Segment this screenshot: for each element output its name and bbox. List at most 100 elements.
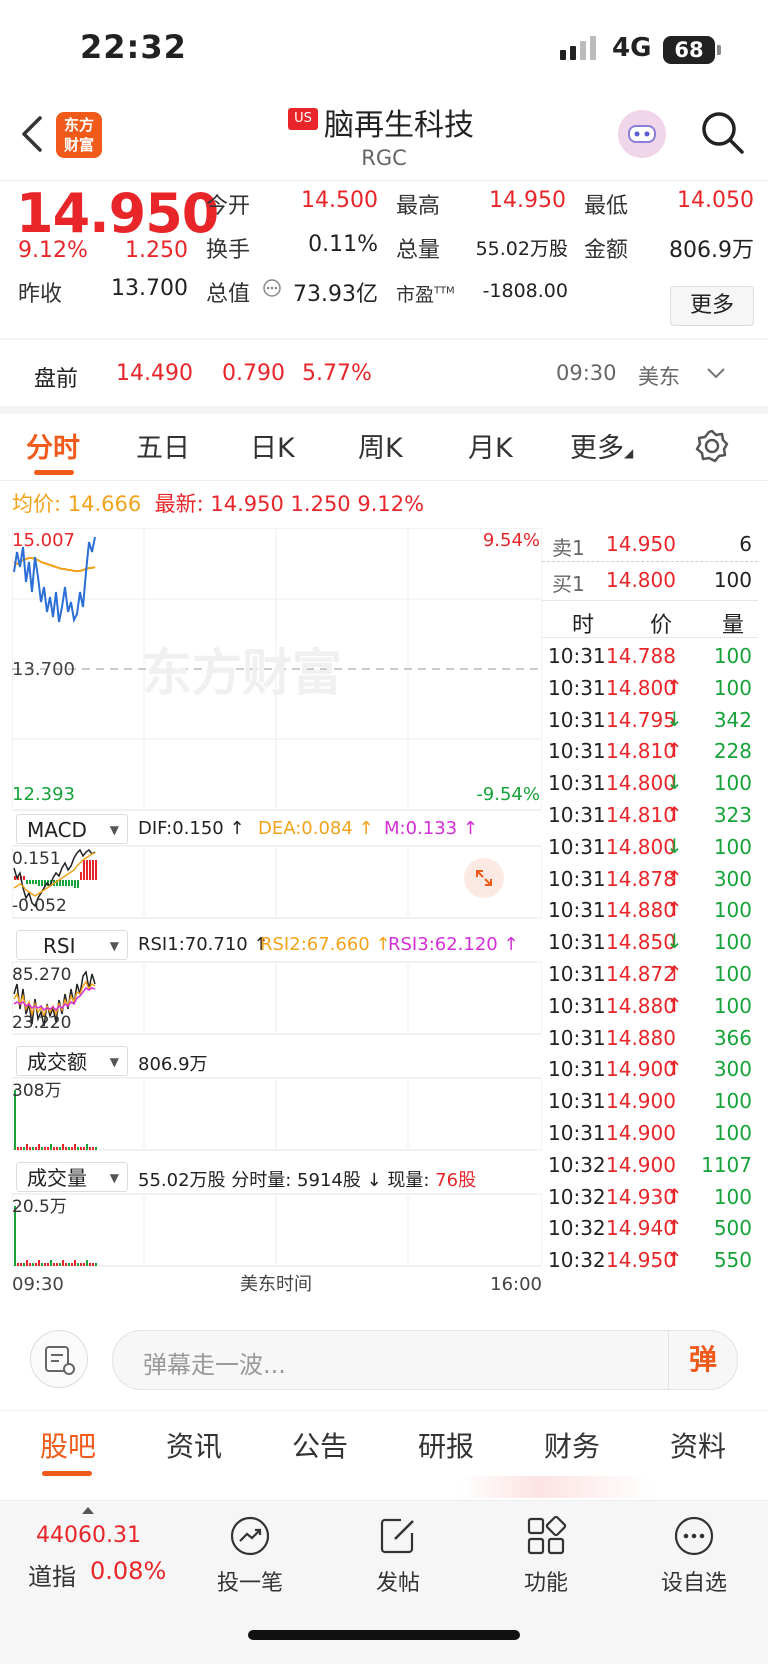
tab-financials[interactable]: 财务 (544, 1425, 600, 1465)
trade-time: 10:31 (548, 707, 606, 732)
tab-news[interactable]: 资讯 (166, 1425, 222, 1465)
macd-bar (26, 880, 28, 884)
trade-button[interactable]: 投一笔 (200, 1515, 300, 1597)
trade-time: 10:32 (548, 1248, 606, 1273)
trade-price: 14.900 (606, 1089, 676, 1114)
search-icon[interactable] (700, 110, 746, 156)
premarket-row[interactable]: 盘前 14.490 0.790 5.77% 09:30 美东 (0, 345, 768, 405)
trade-time: 10:31 (548, 1121, 606, 1145)
logo-line-1: 东方 (63, 116, 94, 134)
amount-selector[interactable]: 成交额 ▼ (16, 1046, 128, 1076)
macd-selector[interactable]: MACD ▼ (16, 814, 128, 844)
network-type: 4G (612, 33, 652, 63)
volume-label: 总量 (396, 238, 441, 263)
volume-bar (44, 1263, 46, 1266)
tab-research[interactable]: 研报 (418, 1425, 474, 1465)
tab-more[interactable]: 更多◢ (570, 426, 633, 465)
post-button[interactable]: 发帖 (348, 1515, 448, 1597)
status-time: 22:32 (80, 28, 187, 66)
battery-tip (717, 45, 721, 55)
bid-price: 14.800 (606, 568, 676, 592)
macd-bar (71, 880, 73, 886)
trade-direction-icon: ↑ (666, 961, 683, 985)
tab-intraday[interactable]: 分时 (26, 426, 80, 465)
trade-row: 10:31 14.880 ↑ 100 (542, 894, 758, 927)
watermark: 东方财富 (142, 644, 342, 702)
volume-bar (77, 1263, 79, 1266)
trade-time: 10:31 (548, 675, 606, 700)
trade-row: 10:31 14.880 366 (542, 1022, 758, 1055)
volume-bar (53, 1263, 55, 1266)
prev-close-value: 13.700 (111, 276, 188, 301)
trade-row: 10:31 14.800 ↓ 100 (542, 767, 758, 800)
open-label: 今开 (206, 194, 251, 219)
col-price: 价 (650, 613, 673, 638)
latest-label: 最新: (154, 492, 204, 516)
index-percent[interactable]: 0.08% (90, 1557, 166, 1585)
macd-bar (68, 880, 70, 886)
trade-price: 14.900 (606, 1121, 676, 1145)
y-top-label: 15.007 (12, 530, 75, 551)
volume-bar (20, 1147, 22, 1150)
pe-label-text: 市盈 (396, 284, 435, 306)
rsi-selector[interactable]: RSI ▼ (16, 930, 128, 960)
intraday-chart[interactable]: 东方财富 15.007 13.700 12.393 9.54% -9.54% 0… (12, 528, 542, 1308)
bid-row[interactable]: 买1 14.800 100 (542, 564, 758, 597)
volume-bar (53, 1147, 55, 1150)
volume-bar (23, 1147, 25, 1150)
tab-five-day[interactable]: 五日 (136, 426, 190, 465)
trade-time: 10:31 (548, 1089, 606, 1114)
settings-gear-icon[interactable] (694, 428, 730, 464)
add-watchlist-button[interactable]: 设自选 (644, 1515, 744, 1597)
y-bottom-label: 12.393 (12, 784, 75, 805)
volume-bar (50, 1260, 52, 1266)
volume-bar (83, 1263, 85, 1266)
volume-bar (44, 1147, 46, 1150)
volume-bar (47, 1147, 49, 1150)
tab-announcements[interactable]: 公告 (292, 1425, 348, 1465)
x-end-label: 16:00 (490, 1274, 542, 1295)
ask-row[interactable]: 卖1 14.950 6 (542, 528, 758, 562)
index-name[interactable]: 道指 (28, 1557, 76, 1592)
info-icon[interactable] (262, 278, 282, 298)
functions-label: 功能 (523, 1571, 568, 1596)
chevron-down-icon[interactable] (706, 367, 726, 381)
more-quote-button[interactable]: 更多 (670, 286, 754, 326)
danmaku-send-button[interactable]: 弹 (668, 1331, 737, 1389)
trade-qty: 100 (713, 993, 752, 1018)
volume-bar (95, 1147, 97, 1150)
premarket-label: 盘前 (34, 367, 79, 392)
macd-bar (77, 880, 79, 888)
tab-daily-k[interactable]: 日K (250, 426, 295, 465)
volume-panel-now: 76股 (435, 1170, 477, 1191)
trade-qty: 342 (713, 707, 752, 732)
content-preview-strip (0, 1476, 768, 1498)
volume-bar (89, 1147, 91, 1150)
index-value[interactable]: 44060.31 (36, 1523, 141, 1548)
volume-bar (56, 1147, 58, 1150)
danmaku-settings-button[interactable] (30, 1330, 88, 1388)
trade-row: 10:31 14.810 ↑ 228 (542, 735, 758, 768)
functions-button[interactable]: 功能 (496, 1515, 596, 1597)
trade-qty: 100 (713, 930, 752, 955)
volume-panel-text: 55.02万股 分时量: 5914股 ↓ 现量: (138, 1170, 430, 1191)
stock-header: 东方 财富 US 脑再生科技 RGC (0, 100, 768, 181)
tab-forum[interactable]: 股吧 (40, 1425, 96, 1465)
volume-bar (71, 1147, 73, 1150)
assistant-avatar-icon[interactable] (618, 110, 666, 158)
volume-selector[interactable]: 成交量 ▼ (16, 1162, 128, 1192)
tab-weekly-k[interactable]: 周K (358, 426, 403, 465)
trade-time: 10:31 (548, 1025, 606, 1050)
expand-button[interactable] (464, 858, 504, 898)
high-value: 14.950 (489, 188, 566, 213)
tab-monthly-k[interactable]: 月K (468, 426, 513, 465)
volume-bar (77, 1147, 79, 1150)
macd-bar (32, 880, 34, 884)
add-watchlist-label: 设自选 (660, 1571, 727, 1596)
trade-direction-icon: ↑ (666, 1056, 683, 1081)
caret-down-icon: ▼ (109, 939, 119, 953)
trade-qty: 100 (713, 1089, 752, 1114)
avg-price-line (13, 557, 96, 572)
danmaku-input[interactable]: 弹幕走一波... 弹 (112, 1330, 738, 1390)
tab-profile[interactable]: 资料 (670, 1425, 726, 1465)
